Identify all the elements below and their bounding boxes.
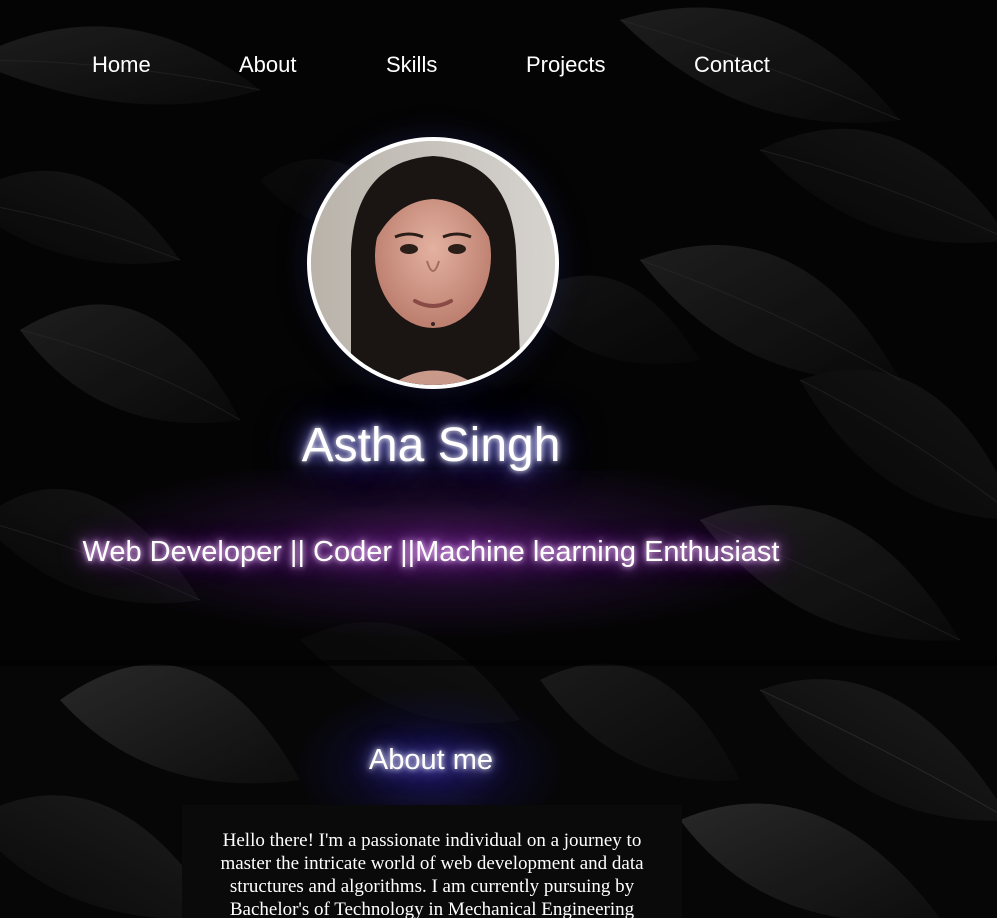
hero-tagline: Web Developer || Coder ||Machine learnin… [82, 536, 780, 568]
about-text-box: Hello there! I'm a passionate individual… [182, 805, 682, 918]
profile-portrait-image [311, 141, 555, 385]
profile-photo [307, 137, 559, 389]
hero-name: Astha Singh [301, 419, 561, 472]
about-section-title: About me [368, 744, 494, 776]
main-nav: Home About Skills Projects Contact [0, 40, 860, 95]
about-paragraph: Hello there! I'm a passionate individual… [220, 830, 644, 918]
nav-link-skills[interactable]: Skills [386, 52, 437, 78]
nav-link-about[interactable]: About [239, 52, 297, 78]
nav-link-projects[interactable]: Projects [526, 52, 605, 78]
nav-link-contact[interactable]: Contact [694, 52, 770, 78]
nav-link-home[interactable]: Home [92, 52, 151, 78]
